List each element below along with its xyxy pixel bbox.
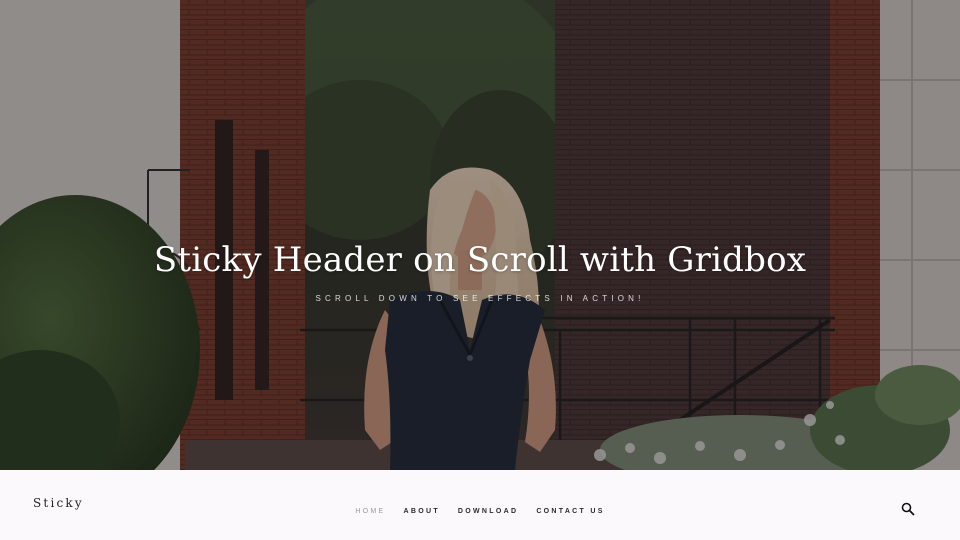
search-icon — [901, 502, 915, 516]
hero-text-block: Sticky Header on Scroll with Gridbox SCR… — [0, 232, 960, 303]
search-button[interactable] — [900, 501, 916, 517]
nav-menu: HOME ABOUT DOWNLOAD CONTACT US — [348, 500, 611, 518]
nav-item-contact-us[interactable]: CONTACT US — [536, 508, 604, 515]
page: Sticky Header on Scroll with Gridbox SCR… — [0, 0, 960, 540]
hero-subtitle: SCROLL DOWN TO SEE EFFECTS IN ACTION! — [315, 294, 645, 303]
main-nav: HOME ABOUT DOWNLOAD CONTACT US — [0, 500, 960, 518]
hero-title: Sticky Header on Scroll with Gridbox — [153, 240, 807, 280]
sticky-header: Sticky HOME ABOUT DOWNLOAD CONTACT US — [0, 470, 960, 540]
hero-banner: Sticky Header on Scroll with Gridbox SCR… — [0, 0, 960, 470]
nav-item-home[interactable]: HOME — [355, 508, 385, 515]
nav-item-about[interactable]: ABOUT — [404, 508, 440, 515]
nav-item-download[interactable]: DOWNLOAD — [458, 508, 518, 515]
